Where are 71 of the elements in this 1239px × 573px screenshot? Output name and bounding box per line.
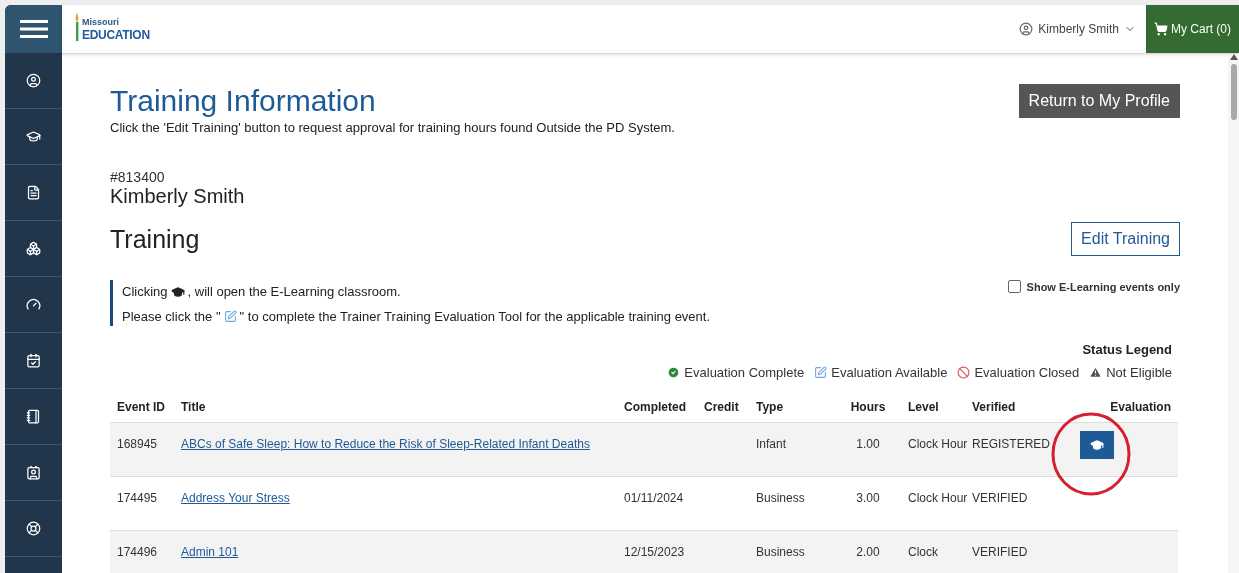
page-subtitle: Click the 'Edit Training' button to request approval for training hours found Outside the PD System.: [110, 120, 675, 135]
scrollbar-thumb[interactable]: [1230, 64, 1237, 120]
legend-label: Evaluation Closed: [974, 365, 1080, 380]
edit-icon: [814, 366, 828, 379]
table-cell: VERIFIED: [965, 530, 1055, 573]
table-cell: Clock Hour: [901, 422, 965, 477]
user-menu[interactable]: Kimberly Smith: [1009, 5, 1146, 53]
lifebuoy-icon: [26, 521, 41, 536]
elearning-button[interactable]: [1080, 431, 1114, 459]
warning-icon: [1089, 366, 1103, 379]
person-name: Kimberly Smith: [110, 185, 246, 208]
table-cell: Clock: [901, 530, 965, 573]
title-link[interactable]: ABCs of Safe Sleep: How to Reduce the Risk of Sleep-Related Infant Deaths: [181, 437, 590, 451]
graduation-cap-icon: [26, 129, 41, 144]
column-header: Hours: [835, 394, 901, 423]
table-cell: 168945: [110, 422, 174, 477]
column-header: Credit: [697, 394, 749, 423]
notice-text: Please click the ": [122, 309, 221, 324]
person-id: #813400: [110, 169, 166, 185]
checkbox[interactable]: [1007, 280, 1021, 293]
table-cell: 01/11/2024: [617, 476, 697, 531]
section-title: Training: [110, 224, 200, 254]
torch-icon: [74, 13, 80, 41]
cart-button[interactable]: My Cart (0): [1146, 5, 1239, 53]
table-cell: 174496: [110, 530, 174, 573]
gauge-icon: [26, 297, 41, 312]
table-cell: 3.00: [835, 476, 901, 531]
page-title: Training Information: [110, 84, 377, 118]
column-header: Title: [174, 394, 617, 423]
notice-text: Clicking: [122, 284, 168, 299]
graduation-cap-icon: [1090, 438, 1104, 452]
calendar-check-icon: [26, 353, 41, 368]
cart-icon: [1154, 22, 1168, 36]
column-header: Event ID: [110, 394, 174, 423]
table-cell: 12/15/2023: [617, 530, 697, 573]
column-header: Type: [749, 394, 835, 423]
column-header: Evaluation: [1055, 394, 1178, 423]
notebook-icon: [26, 409, 41, 424]
table-cell: Clock Hour: [901, 476, 965, 531]
user-icon: [26, 73, 41, 88]
legend-label: Evaluation Available: [831, 365, 948, 380]
legend-title: Status Legend: [1082, 342, 1172, 357]
notice-text: , will open the E-Learning classroom.: [187, 284, 401, 299]
legend-label: Evaluation Complete: [684, 365, 805, 380]
check-circle-icon: [667, 366, 681, 379]
return-button[interactable]: Return to My Profile: [1018, 84, 1180, 118]
title-link[interactable]: Address Your Stress: [181, 491, 290, 505]
table-cell: Infant: [749, 422, 835, 477]
table-cell: 2.00: [835, 530, 901, 573]
table-cell: Business: [749, 476, 835, 531]
document-icon: [26, 185, 41, 200]
user-icon: [1019, 22, 1034, 36]
title-link[interactable]: Admin 101: [181, 545, 239, 559]
table-cell: 174495: [110, 476, 174, 531]
menu-button[interactable]: [5, 5, 62, 53]
notice-text: " to complete the Trainer Training Evaluation Tool for the applicable training event.: [239, 309, 711, 324]
menu-icon: [19, 19, 48, 39]
column-header: Completed: [617, 394, 697, 423]
edit-icon: [223, 310, 237, 323]
logo-text: Missouri: [81, 16, 120, 27]
table-cell: 1.00: [835, 422, 901, 477]
logo-wordmark: EDUCATION: [81, 27, 150, 42]
column-header: Level: [901, 394, 965, 423]
table-cell: Business: [749, 530, 835, 573]
legend-label: Not Eligible: [1106, 365, 1172, 380]
cubes-icon: [26, 241, 41, 256]
ban-icon: [957, 366, 971, 379]
contact-card-icon: [26, 465, 41, 480]
edit-training-button[interactable]: Edit Training: [1071, 222, 1180, 256]
graduation-cap-icon: [170, 284, 185, 299]
column-header: Verified: [965, 394, 1055, 423]
